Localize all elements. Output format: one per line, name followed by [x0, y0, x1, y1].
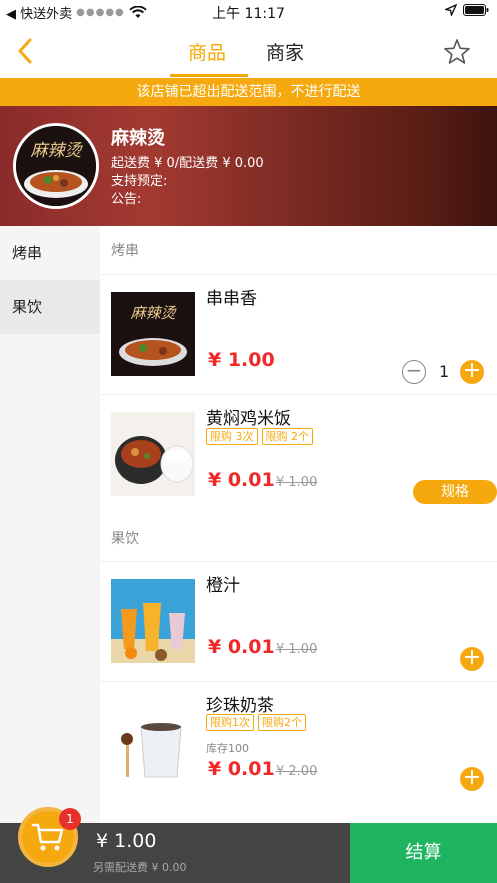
- product-price: ¥ 0.01: [208, 758, 275, 780]
- tab-shop[interactable]: 商家: [266, 38, 304, 65]
- product-image[interactable]: [111, 412, 195, 496]
- tab-indicator: [170, 74, 248, 77]
- category-sidebar: 烤串 果饮: [0, 226, 100, 823]
- increase-quantity-button[interactable]: +: [460, 360, 484, 384]
- checkout-button[interactable]: 结算: [350, 823, 497, 883]
- product-original-price: ¥ 1.00: [276, 475, 318, 490]
- divider: [100, 394, 497, 395]
- product-name: 串串香: [206, 289, 257, 309]
- product-logo-text: 麻辣烫: [130, 304, 177, 322]
- add-to-cart-button[interactable]: +: [460, 647, 484, 671]
- shop-name: 麻辣烫: [111, 128, 165, 149]
- plus-icon: +: [462, 358, 482, 383]
- shop-announcement: 公告:: [111, 192, 142, 207]
- status-right: [445, 4, 489, 16]
- plus-icon: +: [462, 765, 482, 790]
- product-name: 橙汁: [206, 576, 240, 596]
- product-price: ¥ 0.01: [208, 469, 275, 491]
- status-bar: ◀ 快送外卖 ●●●●● 上午 11:17: [0, 0, 497, 24]
- limit-tag: 限购 3次: [206, 428, 258, 445]
- product-original-price: ¥ 2.00: [276, 764, 318, 779]
- nav-bar: 商品 商家: [0, 24, 497, 78]
- decrease-quantity-button[interactable]: −: [402, 360, 426, 384]
- purchase-limit-tags: 限购 3次 限购 2个: [206, 428, 313, 445]
- product-image[interactable]: [111, 579, 195, 663]
- product-item[interactable]: 麻辣烫 串串香 ¥ 1.00 − 1 +: [100, 274, 497, 394]
- product-original-price: ¥ 1.00: [276, 642, 318, 657]
- cart-icon: [31, 823, 64, 851]
- product-image[interactable]: 麻辣烫: [111, 292, 195, 376]
- minus-icon: −: [405, 358, 423, 382]
- sidebar-item-kaochuan[interactable]: 烤串: [0, 226, 100, 280]
- product-stock: 库存100: [206, 742, 249, 755]
- product-item[interactable]: 黄焖鸡米饭 限购 3次 限购 2个 ¥ 0.01 ¥ 1.00 规格: [100, 394, 497, 514]
- back-chevron-icon: [18, 38, 32, 64]
- cart-total: ¥ 1.00: [96, 830, 157, 852]
- cart-count-badge: 1: [59, 808, 81, 830]
- spec-button[interactable]: 规格: [413, 480, 497, 504]
- logo-text: 麻辣烫: [31, 141, 84, 161]
- add-to-cart-button[interactable]: +: [460, 767, 484, 791]
- limit-tag: 限购1次: [206, 714, 254, 731]
- shop-logo: 麻辣烫: [13, 123, 99, 209]
- product-price: ¥ 0.01: [208, 636, 275, 658]
- divider: [100, 561, 497, 562]
- section-title-kaochuan: 烤串: [111, 243, 139, 259]
- product-item[interactable]: 珍珠奶茶 限购1次 限购2个 库存100 ¥ 0.01 ¥ 2.00 +: [100, 681, 497, 801]
- section-title-guoyin: 果饮: [111, 531, 139, 547]
- shop-header: 麻辣烫 麻辣烫 起送费 ¥ 0/配送费 ¥ 0.00 支持预定: 公告:: [0, 106, 497, 226]
- shop-fee-info: 起送费 ¥ 0/配送费 ¥ 0.00: [111, 156, 264, 171]
- product-name: 珍珠奶茶: [206, 696, 274, 716]
- delivery-range-notice: 该店铺已超出配送范围，不进行配送: [0, 78, 497, 106]
- product-item[interactable]: 橙汁 ¥ 0.01 ¥ 1.00 +: [100, 561, 497, 681]
- quantity-value: 1: [439, 362, 450, 381]
- shop-preorder-info: 支持预定:: [111, 174, 168, 189]
- tab-goods[interactable]: 商品: [188, 38, 226, 65]
- clock: 上午 11:17: [212, 6, 285, 22]
- divider: [100, 274, 497, 275]
- cart-delivery-fee: 另需配送费 ¥ 0.00: [93, 861, 187, 874]
- location-arrow-icon: [445, 4, 457, 16]
- back-button[interactable]: [10, 34, 40, 68]
- plus-icon: +: [462, 645, 482, 670]
- divider: [100, 681, 497, 682]
- battery-icon: [463, 4, 489, 16]
- shop-logo-image: 麻辣烫: [16, 126, 96, 206]
- product-price: ¥ 1.00: [208, 349, 275, 371]
- limit-tag: 限购 2个: [261, 428, 313, 445]
- purchase-limit-tags: 限购1次 限购2个: [206, 714, 306, 731]
- product-list: 烤串 麻辣烫 串串香 ¥ 1.00 − 1 + 黄焖鸡米饭 限购 3次 限购 2…: [100, 226, 497, 823]
- product-name: 黄焖鸡米饭: [206, 409, 291, 429]
- star-outline-icon: [444, 39, 470, 64]
- sidebar-item-guoyin[interactable]: 果饮: [0, 280, 100, 334]
- favorite-button[interactable]: [443, 38, 471, 66]
- product-image[interactable]: [111, 699, 195, 783]
- limit-tag: 限购2个: [258, 714, 306, 731]
